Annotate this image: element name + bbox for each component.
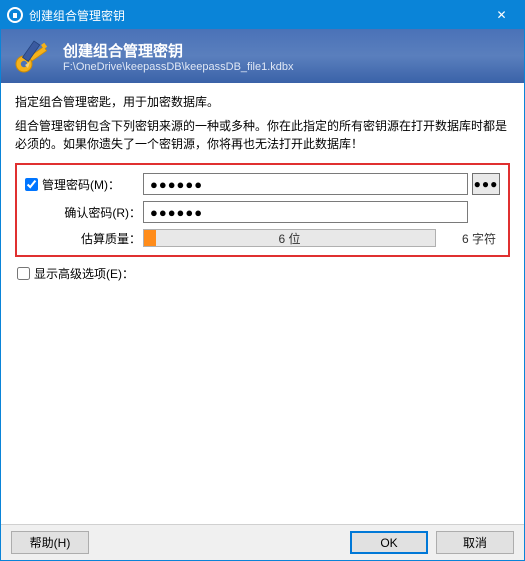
quality-row: 估算质量： 6 位 6 字符 bbox=[25, 229, 500, 247]
dialog-window: 创建组合管理密钥 ✕ 创建组合管理密钥 F:\OneDrive\keepassD… bbox=[0, 0, 525, 561]
toggle-password-visibility-button[interactable]: ●●● bbox=[472, 173, 500, 195]
close-icon: ✕ bbox=[496, 8, 506, 22]
master-password-checkbox[interactable] bbox=[25, 178, 38, 191]
key-pencil-icon bbox=[11, 35, 53, 77]
quality-label: 估算质量： bbox=[81, 230, 141, 247]
confirm-password-input[interactable] bbox=[143, 201, 468, 223]
master-password-row: 管理密码(M)： ●●● bbox=[25, 173, 500, 195]
description-line-2: 组合管理密钥包含下列密钥来源的一种或多种。你在此指定的所有密钥源在打开数据库时都… bbox=[15, 117, 510, 153]
ok-button[interactable]: OK bbox=[350, 531, 428, 554]
help-button-label: 帮助(H) bbox=[30, 534, 71, 551]
banner-title: 创建组合管理密钥 bbox=[63, 40, 294, 61]
quality-progress-bar: 6 位 bbox=[143, 229, 436, 247]
quality-bits-text: 6 位 bbox=[144, 230, 435, 246]
close-button[interactable]: ✕ bbox=[479, 1, 524, 29]
content-area: 指定组合管理密匙，用于加密数据库。 组合管理密钥包含下列密钥来源的一种或多种。你… bbox=[1, 83, 524, 524]
window-title: 创建组合管理密钥 bbox=[29, 7, 479, 24]
titlebar: 创建组合管理密钥 ✕ bbox=[1, 1, 524, 29]
confirm-password-label: 确认密码(R)： bbox=[64, 204, 141, 221]
master-password-label-group: 管理密码(M)： bbox=[25, 176, 143, 193]
advanced-options-checkbox[interactable] bbox=[17, 267, 30, 280]
content-spacer bbox=[15, 282, 510, 516]
dots-icon: ●●● bbox=[474, 177, 499, 191]
banner-text-group: 创建组合管理密钥 F:\OneDrive\keepassDB\keepassDB… bbox=[63, 40, 294, 73]
quality-label-group: 估算质量： bbox=[25, 230, 143, 247]
advanced-options-row: 显示高级选项(E)： bbox=[15, 263, 510, 282]
description-line-1: 指定组合管理密匙，用于加密数据库。 bbox=[15, 93, 510, 111]
header-banner: 创建组合管理密钥 F:\OneDrive\keepassDB\keepassDB… bbox=[1, 29, 524, 83]
password-section: 管理密码(M)： ●●● 确认密码(R)： bbox=[15, 163, 510, 257]
help-button[interactable]: 帮助(H) bbox=[11, 531, 89, 554]
confirm-password-row: 确认密码(R)： bbox=[25, 201, 500, 223]
master-password-label: 管理密码(M)： bbox=[42, 176, 120, 193]
footer: 帮助(H) OK 取消 bbox=[1, 524, 524, 560]
master-password-input[interactable] bbox=[143, 173, 468, 195]
cancel-button[interactable]: 取消 bbox=[436, 531, 514, 554]
ok-button-label: OK bbox=[380, 536, 397, 550]
confirm-password-label-group: 确认密码(R)： bbox=[25, 204, 143, 221]
app-lock-icon bbox=[7, 7, 23, 23]
quality-chars-text: 6 字符 bbox=[444, 230, 500, 247]
banner-file-path: F:\OneDrive\keepassDB\keepassDB_file1.kd… bbox=[63, 61, 294, 73]
advanced-options-label: 显示高级选项(E)： bbox=[34, 265, 134, 282]
cancel-button-label: 取消 bbox=[463, 534, 487, 551]
